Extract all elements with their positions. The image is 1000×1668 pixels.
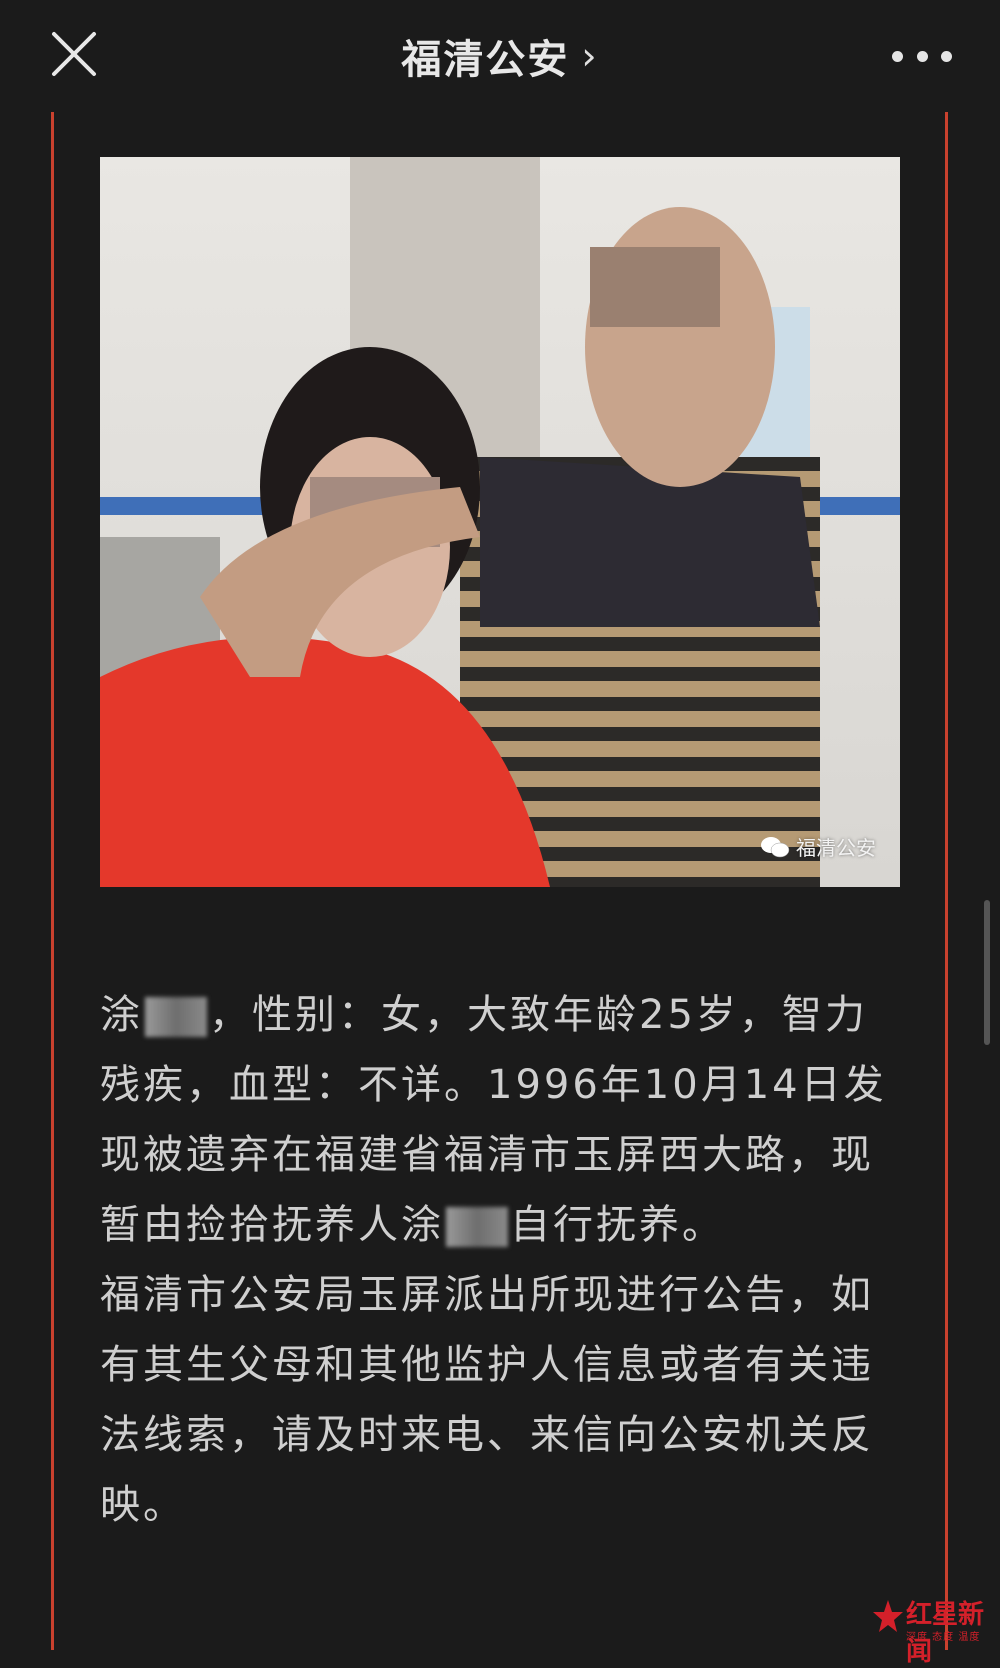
article-body: 涂，性别：女，大致年龄25岁，智力残疾，血型：不详。1996年10月14日发现被…: [100, 980, 900, 1540]
news-logo: 红星新闻 深度 态度 温度: [872, 1594, 992, 1667]
text-segment: 涂: [100, 992, 143, 1038]
photo-watermark: 福清公安: [760, 832, 876, 861]
watermark-text: 福清公安: [796, 836, 876, 860]
account-title-text: 福清公安: [401, 37, 570, 83]
top-bar: 福清公安 ›: [0, 0, 1000, 112]
scrollbar[interactable]: [984, 900, 990, 1045]
article-paragraph: 涂，性别：女，大致年龄25岁，智力残疾，血型：不详。1996年10月14日发现被…: [100, 980, 900, 1260]
frame-line-left: [51, 112, 54, 1650]
more-icon-dot: [892, 50, 903, 62]
article-photo[interactable]: 福清公安: [100, 157, 900, 887]
account-title[interactable]: 福清公安 ›: [0, 0, 1000, 112]
redacted-name: [446, 1207, 508, 1247]
chevron-right-icon: ›: [581, 34, 599, 78]
more-options-button[interactable]: [892, 42, 952, 70]
more-icon-dot: [941, 50, 952, 62]
wechat-icon: [761, 836, 790, 857]
logo-subtitle: 深度 态度 温度: [906, 1632, 981, 1643]
photo-illustration: [100, 157, 900, 887]
text-segment: 自行抚养。: [510, 1202, 725, 1248]
redacted-name: [145, 997, 207, 1037]
frame-line-right: [945, 112, 948, 1650]
red-star-icon: [873, 1600, 903, 1632]
more-icon-dot: [916, 50, 928, 62]
article-paragraph: 福清市公安局玉屏派出所现进行公告，如有其生父母和其他监护人信息或者有关违法线索，…: [100, 1272, 874, 1528]
